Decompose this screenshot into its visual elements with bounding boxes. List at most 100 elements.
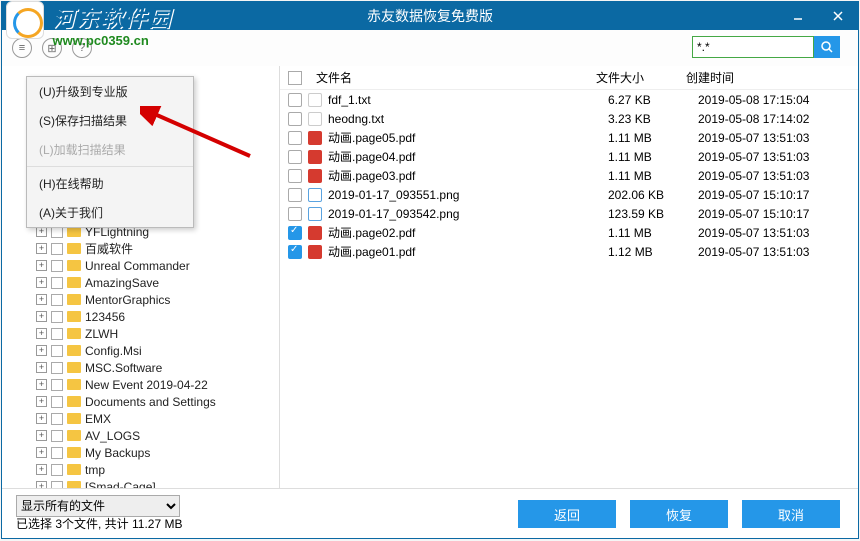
file-row[interactable]: 2019-01-17_093551.png202.06 KB2019-05-07… <box>280 185 858 204</box>
tree-item[interactable]: +Unreal Commander <box>2 257 279 274</box>
file-name: 2019-01-17_093551.png <box>328 188 608 202</box>
expand-icon[interactable]: + <box>36 430 47 441</box>
folder-icon <box>67 345 81 356</box>
file-checkbox[interactable] <box>288 150 302 164</box>
select-all-checkbox[interactable] <box>288 71 302 85</box>
tree-checkbox[interactable] <box>51 447 63 459</box>
tree-item[interactable]: +ZLWH <box>2 325 279 342</box>
file-size: 1.11 MB <box>608 150 698 164</box>
tree-item[interactable]: +123456 <box>2 308 279 325</box>
window-title: 赤友数据恢复免费版 <box>367 6 493 26</box>
file-checkbox[interactable] <box>288 226 302 240</box>
cancel-button[interactable]: 取消 <box>742 500 840 528</box>
pdf-file-icon <box>308 131 322 145</box>
tree-item[interactable]: +New Event 2019-04-22 <box>2 376 279 393</box>
tree-checkbox[interactable] <box>51 345 63 357</box>
file-size: 6.27 KB <box>608 93 698 107</box>
tree-checkbox[interactable] <box>51 362 63 374</box>
expand-icon[interactable]: + <box>36 481 47 488</box>
tree-checkbox[interactable] <box>51 311 63 323</box>
expand-icon[interactable]: + <box>36 362 47 373</box>
help-icon[interactable]: ? <box>72 38 92 58</box>
tree-checkbox[interactable] <box>51 379 63 391</box>
expand-icon[interactable]: + <box>36 464 47 475</box>
file-checkbox[interactable] <box>288 112 302 126</box>
column-size[interactable]: 文件大小 <box>596 69 686 86</box>
search-button[interactable] <box>814 36 840 58</box>
grid-view-icon[interactable]: ⊞ <box>42 38 62 58</box>
tree-item[interactable]: +MentorGraphics <box>2 291 279 308</box>
tree-label: Documents and Settings <box>85 395 216 409</box>
file-row[interactable]: 动画.page01.pdf1.12 MB2019-05-07 13:51:03 <box>280 242 858 261</box>
file-row[interactable]: fdf_1.txt6.27 KB2019-05-08 17:15:04 <box>280 90 858 109</box>
column-name[interactable]: 文件名 <box>316 69 596 86</box>
file-checkbox[interactable] <box>288 93 302 107</box>
pdf-file-icon <box>308 169 322 183</box>
expand-icon[interactable]: + <box>36 277 47 288</box>
recover-button[interactable]: 恢复 <box>630 500 728 528</box>
menu-toggle-icon[interactable]: ≡ <box>12 38 32 58</box>
expand-icon[interactable]: + <box>36 345 47 356</box>
tree-checkbox[interactable] <box>51 328 63 340</box>
file-checkbox[interactable] <box>288 188 302 202</box>
back-button[interactable]: 返回 <box>518 500 616 528</box>
tree-item[interactable]: +AmazingSave <box>2 274 279 291</box>
tree-checkbox[interactable] <box>51 481 63 489</box>
tree-item[interactable]: +[Smad-Cage] <box>2 478 279 488</box>
tree-item[interactable]: + MSC.Software <box>2 359 279 376</box>
expand-icon[interactable]: + <box>36 294 47 305</box>
file-date: 2019-05-08 17:14:02 <box>698 112 858 126</box>
file-row[interactable]: heodng.txt3.23 KB2019-05-08 17:14:02 <box>280 109 858 128</box>
tree-label: MSC.Software <box>85 361 162 375</box>
column-date[interactable]: 创建时间 <box>686 69 846 86</box>
tree-checkbox[interactable] <box>51 294 63 306</box>
tree-checkbox[interactable] <box>51 260 63 272</box>
tree-item[interactable]: +tmp <box>2 461 279 478</box>
expand-icon[interactable]: + <box>36 379 47 390</box>
file-checkbox[interactable] <box>288 245 302 259</box>
file-name: 2019-01-17_093542.png <box>328 207 608 221</box>
expand-icon[interactable]: + <box>36 328 47 339</box>
tree-checkbox[interactable] <box>51 243 63 255</box>
file-checkbox[interactable] <box>288 131 302 145</box>
tree-item[interactable]: +EMX <box>2 410 279 427</box>
file-date: 2019-05-07 15:10:17 <box>698 188 858 202</box>
tree-item[interactable]: +百威软件 <box>2 240 279 257</box>
expand-icon[interactable]: + <box>36 413 47 424</box>
folder-icon <box>67 243 81 254</box>
minimize-button[interactable] <box>778 2 818 30</box>
tree-checkbox[interactable] <box>51 396 63 408</box>
tree-checkbox[interactable] <box>51 413 63 425</box>
tree-item[interactable]: + Documents and Settings <box>2 393 279 410</box>
close-button[interactable] <box>818 2 858 30</box>
expand-icon[interactable]: + <box>36 447 47 458</box>
expand-icon[interactable]: + <box>36 243 47 254</box>
filter-select[interactable]: 显示所有的文件 <box>16 495 180 517</box>
expand-icon[interactable]: + <box>36 396 47 407</box>
tree-checkbox[interactable] <box>51 430 63 442</box>
file-row[interactable]: 2019-01-17_093542.png123.59 KB2019-05-07… <box>280 204 858 223</box>
folder-icon <box>67 311 81 322</box>
file-row[interactable]: 动画.page02.pdf1.11 MB2019-05-07 13:51:03 <box>280 223 858 242</box>
tree-checkbox[interactable] <box>51 277 63 289</box>
expand-icon[interactable]: + <box>36 260 47 271</box>
tree-item[interactable]: +My Backups <box>2 444 279 461</box>
menu-item[interactable]: (H)在线帮助 <box>27 169 193 198</box>
file-size: 123.59 KB <box>608 207 698 221</box>
tree-item[interactable]: +AV_LOGS <box>2 427 279 444</box>
menu-item[interactable]: (U)升级到专业版 <box>27 77 193 106</box>
menu-item[interactable]: (A)关于我们 <box>27 198 193 227</box>
file-checkbox[interactable] <box>288 169 302 183</box>
tree-item[interactable]: +Config.Msi <box>2 342 279 359</box>
menu-item[interactable]: (S)保存扫描结果 <box>27 106 193 135</box>
file-row[interactable]: 动画.page03.pdf1.11 MB2019-05-07 13:51:03 <box>280 166 858 185</box>
search-input[interactable] <box>692 36 814 58</box>
file-row[interactable]: 动画.page05.pdf1.11 MB2019-05-07 13:51:03 <box>280 128 858 147</box>
expand-icon[interactable]: + <box>36 311 47 322</box>
pdf-file-icon <box>308 245 322 259</box>
file-row[interactable]: 动画.page04.pdf1.11 MB2019-05-07 13:51:03 <box>280 147 858 166</box>
pdf-file-icon <box>308 150 322 164</box>
file-checkbox[interactable] <box>288 207 302 221</box>
tree-checkbox[interactable] <box>51 464 63 476</box>
file-date: 2019-05-07 13:51:03 <box>698 131 858 145</box>
